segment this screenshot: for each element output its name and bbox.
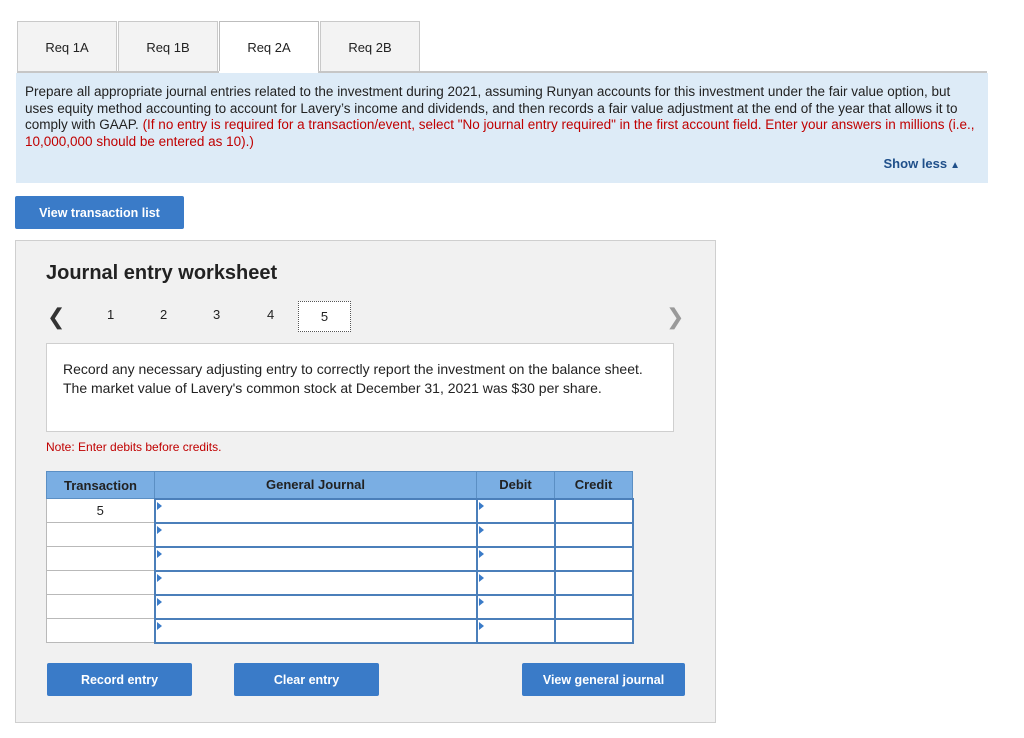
account-input[interactable] [153,521,478,548]
journal-entry-worksheet: Journal entry worksheet ❮ 1 2 3 4 5 ❯ Re… [15,240,716,723]
tab-req-2b[interactable]: Req 2B [320,21,420,72]
header-general-journal: General Journal [154,471,477,499]
dropdown-marker-icon [156,501,162,510]
transaction-cell [46,570,155,595]
view-general-journal-button[interactable]: View general journal [522,663,685,696]
dropdown-marker-icon [156,573,162,582]
credit-input[interactable] [553,521,634,548]
credit-input[interactable] [553,545,634,572]
tab-req-1a[interactable]: Req 1A [17,21,117,72]
table-row [46,593,634,620]
debit-input[interactable] [475,593,556,620]
account-input[interactable] [153,617,478,644]
dropdown-marker-icon [478,501,484,510]
dropdown-marker-icon [156,525,162,534]
dropdown-marker-icon [156,549,162,558]
header-transaction: Transaction [46,471,155,499]
requirement-tabs: Req 1A Req 1B Req 2A Req 2B [17,21,420,73]
page-4[interactable]: 4 [267,307,274,322]
account-input[interactable] [153,569,478,596]
dropdown-marker-icon [478,621,484,630]
table-row [46,569,634,596]
debit-credit-note: Note: Enter debits before credits. [46,440,222,454]
record-entry-button[interactable]: Record entry [47,663,192,696]
transaction-cell [46,546,155,571]
transaction-cell [46,618,155,643]
account-input[interactable] [153,545,478,572]
journal-table: Transaction General Journal Debit Credit… [46,471,634,644]
dropdown-marker-icon [478,549,484,558]
account-input[interactable] [153,593,478,620]
debit-input[interactable] [475,617,556,644]
header-credit: Credit [554,471,633,499]
page-3[interactable]: 3 [213,307,220,322]
entry-prompt: Record any necessary adjusting entry to … [46,343,674,432]
chevron-right-icon[interactable]: ❯ [666,304,684,330]
debit-input[interactable] [475,545,556,572]
instructions-note: (If no entry is required for a transacti… [25,117,975,149]
debit-input[interactable] [475,569,556,596]
table-row [46,521,634,548]
debit-input[interactable] [475,521,556,548]
worksheet-pager: ❮ 1 2 3 4 5 ❯ [16,301,716,333]
instructions-panel: Prepare all appropriate journal entries … [16,73,988,183]
chevron-left-icon[interactable]: ❮ [47,304,65,330]
entry-prompt-text: Record any necessary adjusting entry to … [63,361,643,396]
table-row [46,617,634,644]
clear-entry-button[interactable]: Clear entry [234,663,379,696]
dropdown-marker-icon [156,597,162,606]
credit-input[interactable] [553,593,634,620]
account-input[interactable] [153,497,478,524]
transaction-cell [46,522,155,547]
debit-input[interactable] [475,497,556,524]
page-5-current[interactable]: 5 [298,301,351,332]
triangle-up-icon: ▲ [950,159,960,171]
page-2[interactable]: 2 [160,307,167,322]
dropdown-marker-icon [478,597,484,606]
tab-req-2a[interactable]: Req 2A [219,21,319,73]
view-transaction-list-button[interactable]: View transaction list [15,196,184,229]
dropdown-marker-icon [156,621,162,630]
header-debit: Debit [476,471,555,499]
tab-req-1b[interactable]: Req 1B [118,21,218,72]
transaction-cell: 5 [46,498,155,523]
table-row: 5 [46,497,634,524]
dropdown-marker-icon [478,573,484,582]
worksheet-title: Journal entry worksheet [46,262,278,284]
credit-input[interactable] [553,617,634,644]
show-less-link[interactable]: Show less ▲ [884,156,960,175]
page-1[interactable]: 1 [107,307,114,322]
credit-input[interactable] [553,497,634,524]
credit-input[interactable] [553,569,634,596]
dropdown-marker-icon [478,525,484,534]
transaction-cell [46,594,155,619]
table-row [46,545,634,572]
show-less-label: Show less [883,155,948,171]
